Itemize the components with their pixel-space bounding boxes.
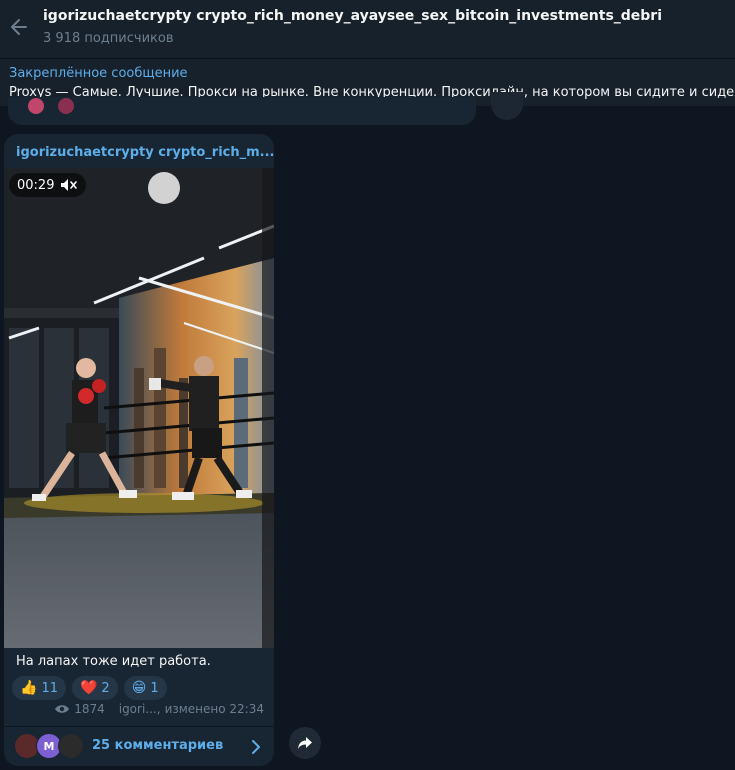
reaction-heart[interactable]: ❤️ 2 [71, 676, 118, 700]
reaction-grin[interactable]: 😁 1 [123, 676, 167, 700]
reaction-count: 1 [150, 680, 159, 696]
chevron-right-icon [246, 737, 266, 757]
message-author[interactable]: igorizuchaetcrypty crypto_rich_m... [16, 145, 274, 160]
back-button[interactable] [4, 12, 34, 42]
heart-icon: ❤️ [79, 680, 98, 696]
message-caption: На лапах тоже идет работа. [16, 654, 211, 669]
reactions-row: 👍 11 ❤️ 2 😁 1 [12, 676, 167, 702]
eye-icon [55, 705, 70, 713]
video-duration: 00:29 [17, 177, 55, 193]
reaction-avatar [28, 98, 44, 114]
share-button[interactable] [289, 727, 321, 759]
previous-message [8, 97, 476, 125]
message-meta: 1874 igori..., изменено 22:34 [54, 702, 264, 716]
arrow-left-icon [11, 19, 27, 35]
comments-button[interactable]: M 25 комментариев [4, 726, 274, 766]
pinned-title: Закреплённое сообщение [9, 66, 188, 81]
video-player[interactable]: 00:29 [4, 168, 274, 648]
grin-icon: 😁 [131, 680, 147, 696]
edited-time: изменено 22:34 [164, 702, 264, 716]
subscriber-count: 3 918 подписчиков [43, 31, 174, 46]
chat-header: igorizuchaetcrypty crypto_rich_money_aya… [0, 0, 735, 58]
message-bubble: igorizuchaetcrypty crypto_rich_m... 00:2… [4, 134, 274, 766]
reaction-count: 2 [101, 680, 110, 696]
post-signature: igori..., [118, 702, 161, 716]
reaction-avatar [58, 98, 74, 114]
commenter-avatars: M [14, 733, 84, 761]
comments-count: 25 комментариев [92, 738, 224, 753]
previous-share-button[interactable] [491, 92, 523, 120]
reaction-thumbs-up[interactable]: 👍 11 [12, 676, 66, 700]
avatar [58, 733, 84, 759]
video-timer[interactable]: 00:29 [9, 173, 87, 197]
view-count: 1874 [74, 702, 105, 716]
thumbs-up-icon: 👍 [20, 680, 38, 696]
reaction-count: 11 [41, 680, 58, 696]
channel-title[interactable]: igorizuchaetcrypty crypto_rich_money_aya… [43, 8, 662, 24]
speaker-muted-icon [61, 179, 78, 191]
share-arrow-icon [298, 737, 312, 749]
video-thumbnail [4, 168, 274, 648]
